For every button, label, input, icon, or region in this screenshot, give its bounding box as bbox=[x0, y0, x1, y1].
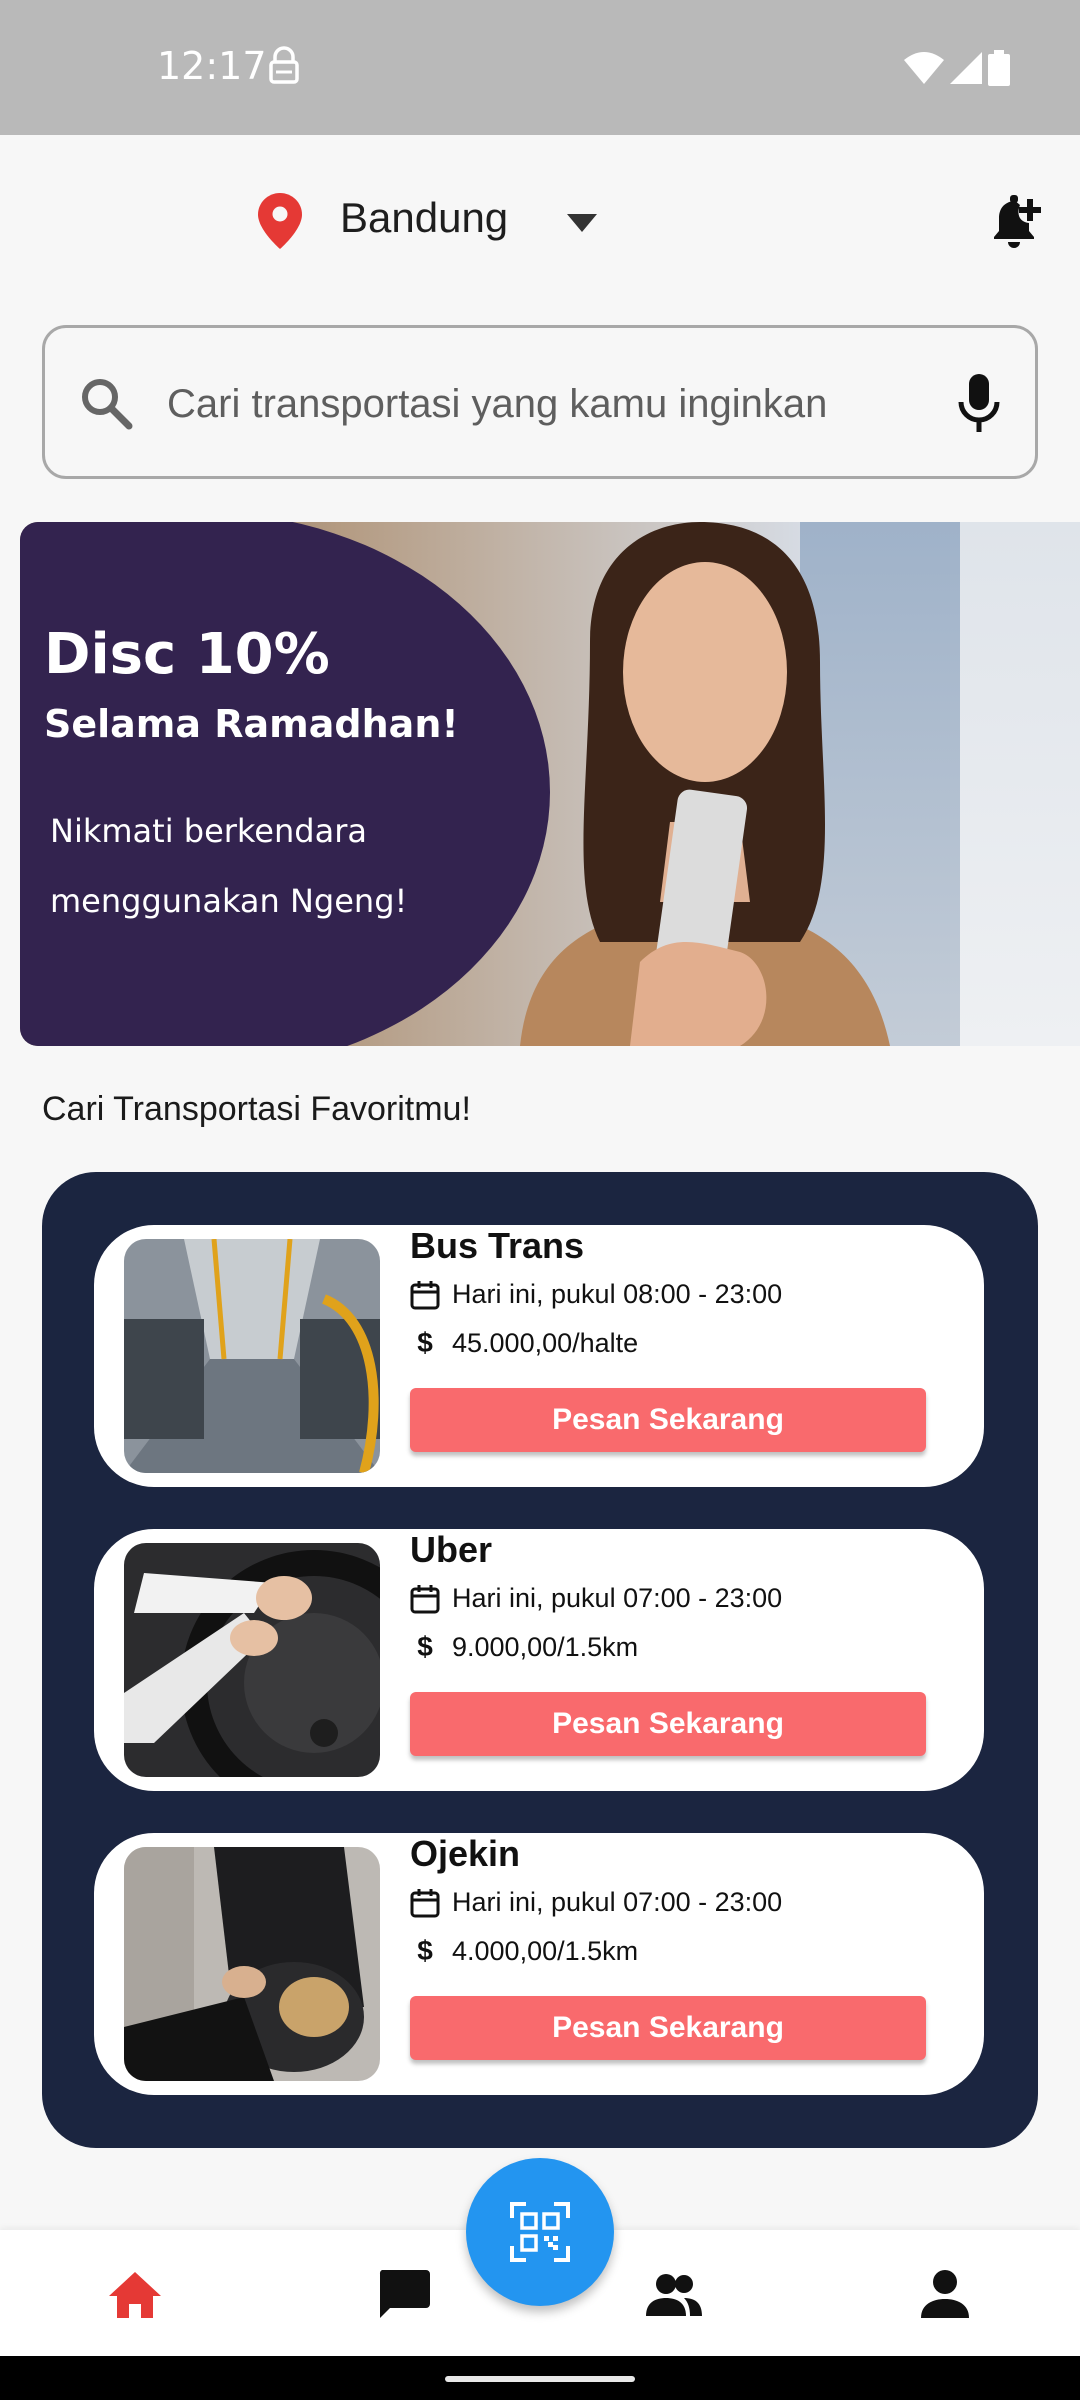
schedule-text: Hari ini, pukul 07:00 - 23:00 bbox=[452, 1583, 783, 1613]
dollar-icon: $ bbox=[417, 1327, 433, 1358]
transport-panel: Bus Trans Hari ini, pukul 08:00 - 23:00 … bbox=[42, 1172, 1038, 2148]
search-bar[interactable] bbox=[42, 325, 1038, 479]
schedule-text: Hari ini, pukul 07:00 - 23:00 bbox=[452, 1887, 783, 1917]
card-price: $ 4.000,00/1.5km bbox=[410, 1935, 638, 1967]
card-schedule: Hari ini, pukul 08:00 - 23:00 bbox=[410, 1279, 782, 1310]
signal-icon bbox=[950, 52, 982, 84]
card-title: Bus Trans bbox=[410, 1225, 585, 1266]
price-text: 45.000,00/halte bbox=[452, 1327, 639, 1358]
card-title: Ojekin bbox=[410, 1833, 521, 1874]
card-title: Uber bbox=[410, 1529, 493, 1570]
transport-card-bus[interactable]: Bus Trans Hari ini, pukul 08:00 - 23:00 … bbox=[94, 1225, 984, 1487]
location-label[interactable]: Bandung bbox=[340, 194, 508, 242]
location-pin-icon[interactable] bbox=[258, 193, 302, 249]
dollar-icon: $ bbox=[417, 1631, 433, 1662]
motorbike-rider-image bbox=[124, 1847, 380, 2081]
banner-subtitle: Selama Ramadhan! bbox=[44, 702, 459, 746]
vpn-icon bbox=[269, 46, 299, 84]
banner-title: Disc 10% bbox=[44, 622, 330, 687]
search-icon bbox=[82, 379, 133, 430]
card-price: $ 9.000,00/1.5km bbox=[410, 1631, 638, 1663]
calendar-icon bbox=[410, 1888, 440, 1917]
price-text: 9.000,00/1.5km bbox=[452, 1631, 639, 1662]
order-now-button[interactable]: Pesan Sekarang bbox=[410, 1388, 926, 1452]
battery-icon bbox=[988, 50, 1010, 86]
banner-building-2 bbox=[960, 522, 1080, 1046]
status-time: 12:17 bbox=[157, 44, 267, 88]
bus-interior-image bbox=[124, 1239, 380, 1473]
person-icon[interactable] bbox=[917, 2266, 973, 2322]
status-bar: 12:17 bbox=[0, 0, 1080, 135]
transport-card-ojekin[interactable]: Ojekin Hari ini, pukul 07:00 - 23:00 $ 4… bbox=[94, 1833, 984, 2095]
status-icons bbox=[904, 50, 1010, 86]
calendar-icon bbox=[410, 1280, 440, 1309]
search-input[interactable] bbox=[167, 364, 947, 444]
schedule-text: Hari ini, pukul 08:00 - 23:00 bbox=[452, 1279, 783, 1309]
microphone-icon[interactable] bbox=[957, 374, 1001, 434]
promo-banner[interactable]: Disc 10% Selama Ramadhan! Nikmati berken… bbox=[20, 522, 1080, 1046]
chat-icon[interactable] bbox=[376, 2266, 432, 2322]
home-gesture-handle[interactable] bbox=[445, 2376, 635, 2382]
screen: 12:17 Bandung Cari transportasi yang kam… bbox=[0, 0, 1080, 2400]
people-icon[interactable] bbox=[646, 2266, 702, 2322]
card-schedule: Hari ini, pukul 07:00 - 23:00 bbox=[410, 1583, 782, 1614]
add-notification-icon[interactable] bbox=[990, 193, 1046, 249]
banner-line-1: Nikmati berkendara bbox=[50, 812, 367, 850]
price-text: 4.000,00/1.5km bbox=[452, 1935, 639, 1966]
home-icon[interactable] bbox=[107, 2266, 163, 2322]
car-driver-image bbox=[124, 1543, 380, 1777]
banner-line-2: menggunakan Ngeng! bbox=[50, 882, 408, 920]
card-schedule: Hari ini, pukul 07:00 - 23:00 bbox=[410, 1887, 782, 1918]
wifi-icon bbox=[904, 52, 944, 84]
transport-card-uber[interactable]: Uber Hari ini, pukul 07:00 - 23:00 $ 9.0… bbox=[94, 1529, 984, 1791]
order-now-button[interactable]: Pesan Sekarang bbox=[410, 1692, 926, 1756]
order-now-button[interactable]: Pesan Sekarang bbox=[410, 1996, 926, 2060]
chevron-down-icon[interactable] bbox=[567, 214, 597, 232]
qr-scan-button[interactable] bbox=[466, 2158, 614, 2306]
section-title: Cari Transportasi Favoritmu! bbox=[42, 1090, 471, 1128]
qr-scan-icon bbox=[510, 2202, 570, 2262]
card-price: $ 45.000,00/halte bbox=[410, 1327, 638, 1359]
dollar-icon: $ bbox=[417, 1935, 433, 1966]
calendar-icon bbox=[410, 1584, 440, 1613]
